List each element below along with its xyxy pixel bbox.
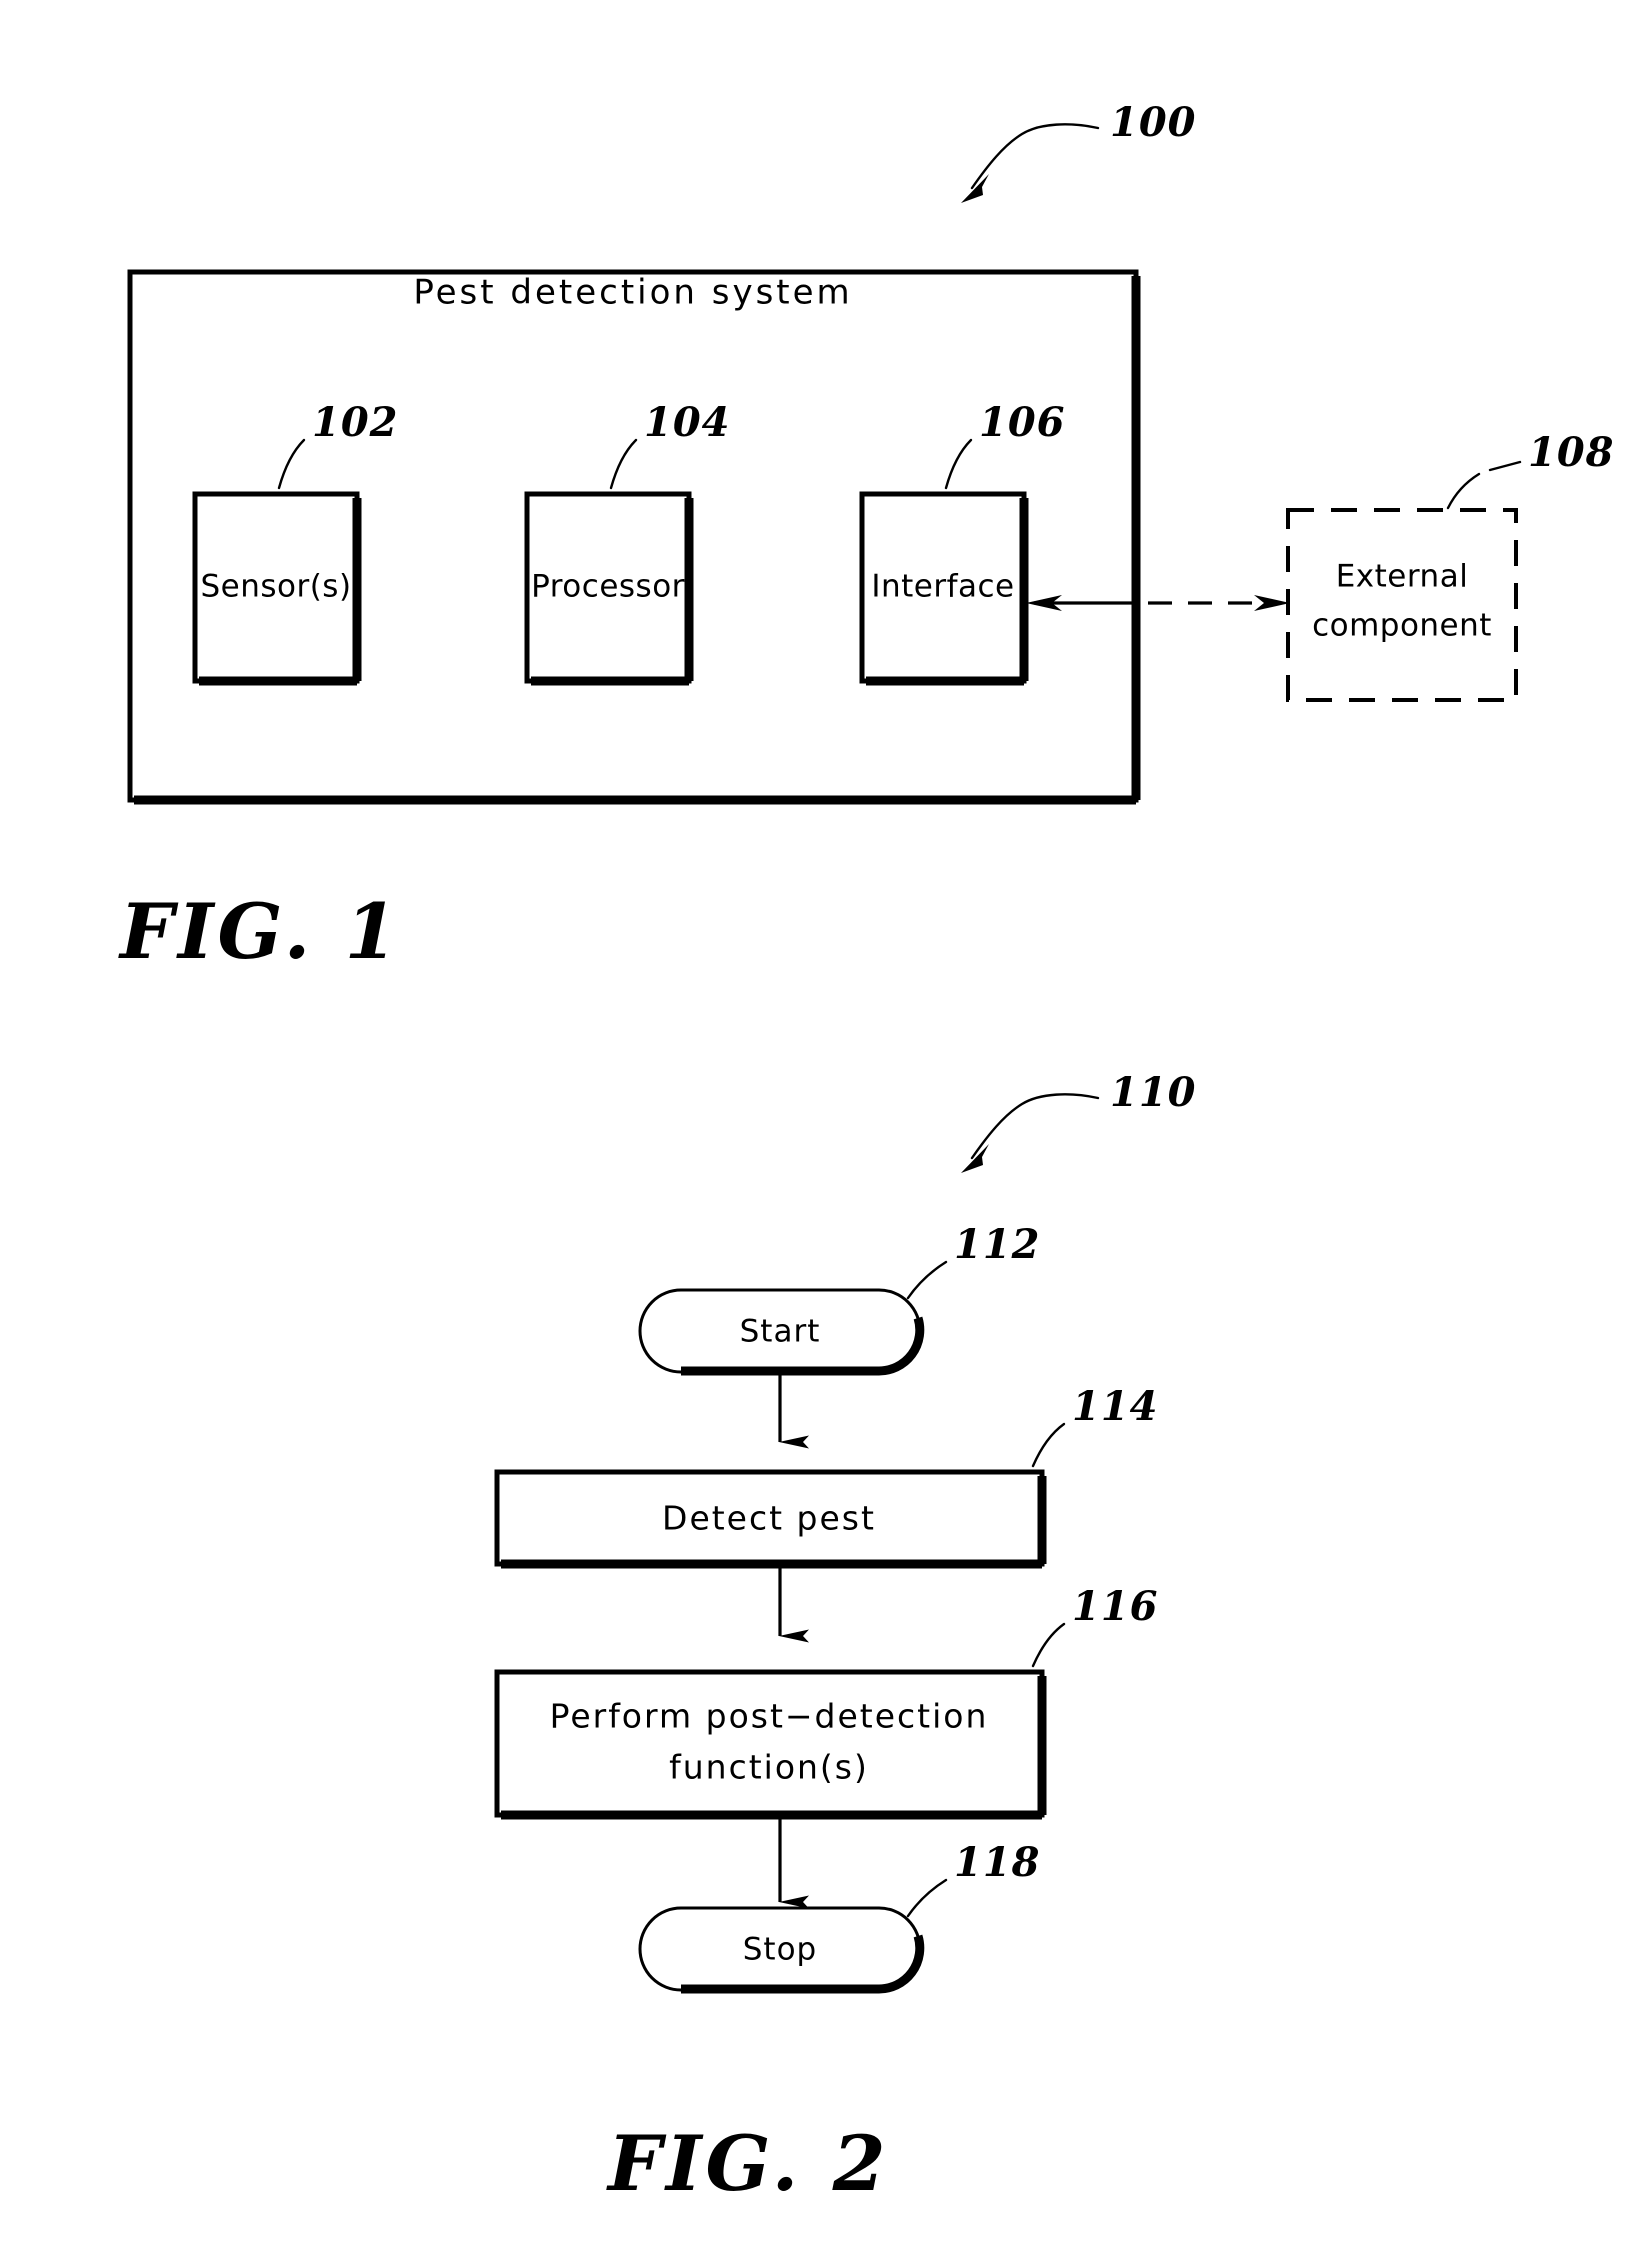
flow-label-post-detection-line1: Perform post−detection bbox=[550, 1697, 989, 1736]
leader-108-short bbox=[1446, 472, 1481, 510]
figure1-reference-leader bbox=[961, 123, 1100, 203]
reference-numeral-118: 118 bbox=[954, 1839, 1041, 1886]
leader-118 bbox=[906, 1878, 948, 1918]
leader-114 bbox=[1031, 1422, 1066, 1468]
figure2-reference-leader bbox=[961, 1093, 1100, 1173]
flow-label-detect-pest: Detect pest bbox=[662, 1499, 876, 1538]
reference-numeral-108: 108 bbox=[1528, 429, 1615, 476]
patent-drawing-sheet: 100 Pest detection system Sensor(s) 102 … bbox=[0, 0, 1642, 2262]
figure1-caption: FIG. 1 bbox=[118, 887, 402, 976]
flow-label-stop: Stop bbox=[743, 1932, 817, 1968]
system-title: Pest detection system bbox=[413, 273, 852, 313]
component-label-processor: Processor bbox=[531, 569, 685, 605]
component-label-interface: Interface bbox=[871, 569, 1014, 605]
figure1-reference-numeral: 100 bbox=[1110, 99, 1197, 146]
component-label-sensors: Sensor(s) bbox=[200, 569, 351, 605]
reference-numeral-114: 114 bbox=[1072, 1383, 1159, 1430]
external-component-label-line2: component bbox=[1312, 608, 1492, 644]
reference-numeral-106: 106 bbox=[979, 399, 1066, 446]
flow-label-start: Start bbox=[740, 1314, 821, 1350]
flow-node-post-detection bbox=[494, 1669, 1047, 1820]
reference-numeral-116: 116 bbox=[1072, 1583, 1159, 1630]
figure2-reference-numeral: 110 bbox=[1110, 1069, 1197, 1116]
figure2-caption: FIG. 2 bbox=[606, 2119, 890, 2208]
leader-108-tick bbox=[1488, 460, 1522, 472]
reference-numeral-112: 112 bbox=[954, 1221, 1041, 1268]
external-component-label-line1: External bbox=[1336, 559, 1469, 595]
external-component-box bbox=[1286, 508, 1518, 702]
leader-112 bbox=[906, 1260, 948, 1300]
leader-116 bbox=[1031, 1622, 1066, 1668]
flow-label-post-detection-line2: function(s) bbox=[669, 1748, 869, 1787]
reference-numeral-104: 104 bbox=[644, 399, 731, 446]
reference-numeral-102: 102 bbox=[312, 399, 399, 446]
